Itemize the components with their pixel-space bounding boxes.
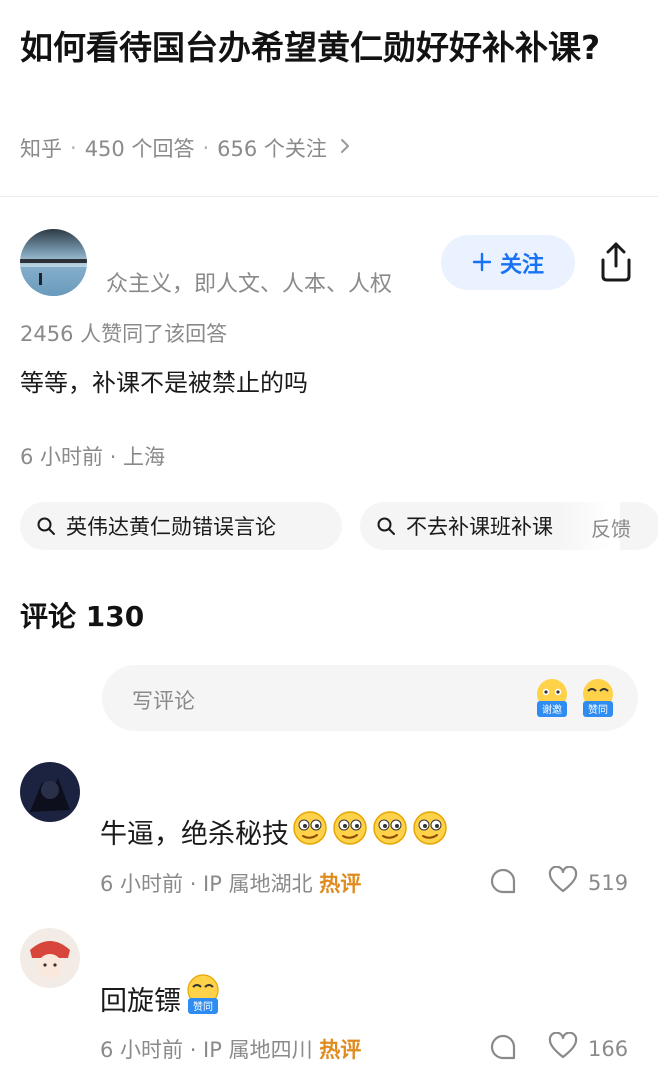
heart-icon [548,1031,578,1065]
thanks-emoji-icon[interactable]: 谢邀 [532,677,572,721]
like-button[interactable]: 166 [548,1031,629,1065]
comments-title: 评论 130 [20,600,145,633]
smirk-emoji-icon [411,809,449,854]
related-search-label: 不去补课班补课 [406,515,553,539]
comment-meta: 6 小时前 · IP 属地四川 热评 [100,1034,361,1064]
like-count: 519 [588,870,629,895]
answer-time-location: 6 小时前 · 上海 [20,445,166,469]
hot-comment-badge: 热评 [319,1038,362,1062]
author-bio: 众主义，即人文、人本、人权 [106,272,393,297]
comment-meta: 6 小时前 · IP 属地湖北 热评 [100,868,361,898]
follower-count: 656 个关注 [217,137,327,161]
related-search-chip[interactable]: 英伟达黄仁勋错误言论 [20,502,342,550]
comment-input-placeholder: 写评论 [132,689,195,713]
commenter-avatar[interactable] [20,928,80,988]
vote-count: 2456 人赞同了该回答 [20,322,228,346]
comment-time-location: 6 小时前 · IP 属地四川 [100,1038,313,1062]
divider [0,196,658,197]
svg-text:赞同: 赞同 [193,1000,213,1013]
question-title: 如何看待国台办希望黄仁勋好好补补课? [20,28,601,67]
hot-comment-badge: 热评 [319,872,362,896]
meta-separator: · [202,136,210,160]
meta-separator: · [70,136,77,160]
follow-button[interactable]: 关注 [441,235,575,290]
related-searches: 英伟达黄仁勋错误言论 不去补课班补课 [20,502,658,550]
chevron-right-icon [339,137,351,160]
answer-count: 450 个回答 [84,137,195,161]
heart-icon [548,865,578,899]
search-icon [37,517,55,535]
feedback-link[interactable]: 反馈 [591,513,631,542]
question-source: 知乎 [20,137,62,161]
follow-label: 关注 [499,252,544,278]
commenter-avatar[interactable] [20,762,80,822]
smirk-emoji-icon [291,809,329,854]
reply-icon[interactable] [489,1033,517,1061]
comment-time-location: 6 小时前 · IP 属地湖北 [100,872,313,896]
agree-emoji-icon[interactable]: 赞同 [578,677,618,721]
like-button[interactable]: 519 [548,865,629,899]
svg-text:赞同: 赞同 [588,703,608,716]
like-count: 166 [588,1036,629,1061]
question-meta[interactable]: 知乎 · 450 个回答 · 656 个关注 [20,133,351,163]
comment-body: 牛逼，绝杀秘技 [100,819,289,850]
comment-text: 牛逼，绝杀秘技 [100,809,449,854]
plus-icon [472,249,492,277]
smirk-emoji-icon [331,809,369,854]
author-avatar[interactable] [20,229,87,296]
comment-text: 回旋镖 赞同 [100,974,223,1023]
related-search-label: 英伟达黄仁勋错误言论 [66,515,276,539]
comment-body: 回旋镖 [100,986,181,1017]
smirk-emoji-icon [371,809,409,854]
comment-input[interactable]: 写评论 谢邀 赞同 [102,665,638,731]
reply-icon[interactable] [489,867,517,895]
share-icon[interactable] [597,240,635,284]
svg-text:谢邀: 谢邀 [542,703,562,716]
answer-content: 等等，补课不是被禁止的吗 [20,369,308,397]
agree-emoji-icon: 赞同 [183,974,223,1023]
search-icon [377,517,395,535]
